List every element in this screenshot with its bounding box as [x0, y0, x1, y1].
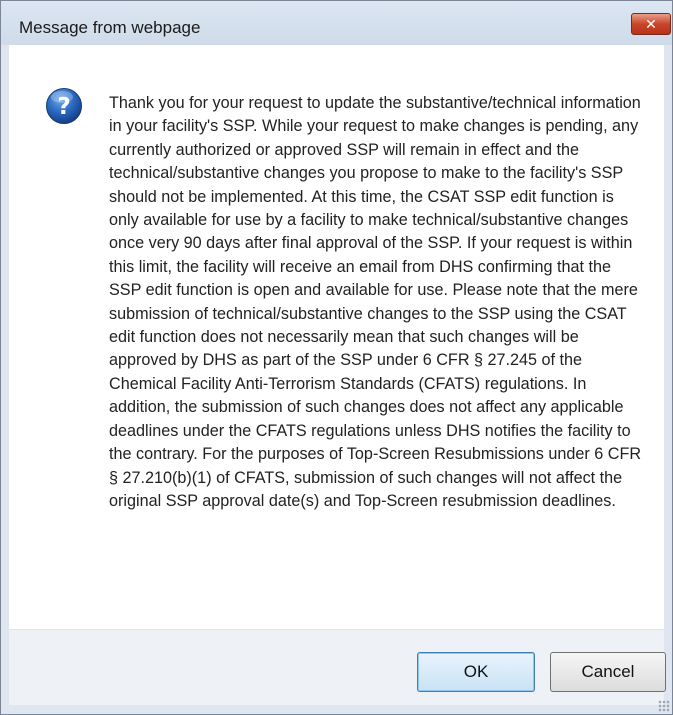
ok-button[interactable]: OK — [417, 652, 535, 692]
question-icon: ? — [46, 88, 82, 124]
resize-grip[interactable] — [658, 700, 670, 712]
window-title: Message from webpage — [19, 18, 201, 37]
close-button[interactable]: ✕ — [631, 13, 671, 35]
cancel-button[interactable]: Cancel — [550, 652, 666, 692]
dialog-body: ? Thank you for your request to update t… — [9, 45, 664, 705]
svg-text:?: ? — [57, 94, 70, 120]
button-bar: OK Cancel — [9, 629, 666, 705]
message-text: Thank you for your request to update the… — [109, 94, 642, 510]
title-bar[interactable]: Message from webpage ✕ — [1, 1, 672, 45]
close-icon: ✕ — [645, 15, 657, 32]
message-dialog: Message from webpage ✕ ? Thank you for y… — [0, 0, 673, 715]
